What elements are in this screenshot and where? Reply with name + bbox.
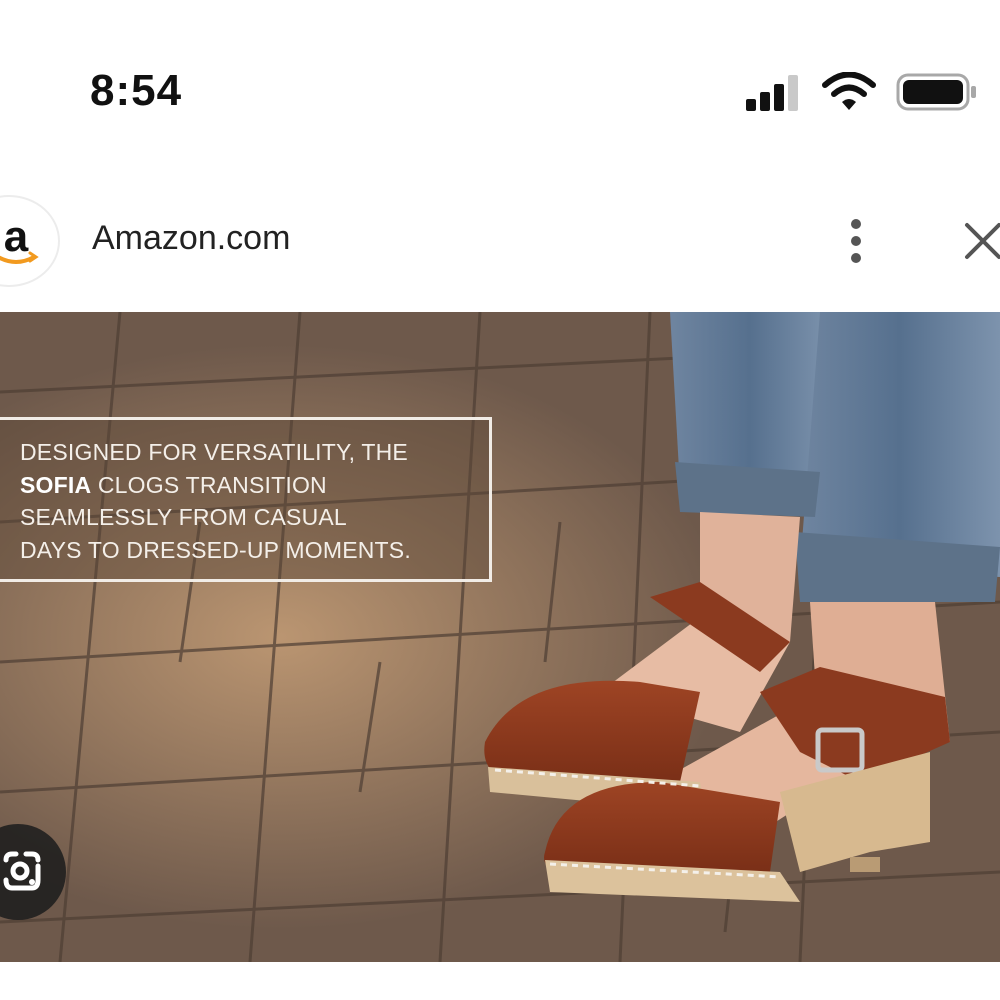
status-time: 8:54	[90, 66, 183, 115]
more-options-button[interactable]	[838, 213, 874, 269]
promo-brand-name: SOFIA	[20, 471, 92, 498]
wifi-icon	[822, 72, 876, 110]
product-image[interactable]: DESIGNED FOR VERSATILITY, THE SOFIA CLOG…	[0, 312, 1000, 962]
status-icons	[744, 70, 978, 114]
close-icon[interactable]	[955, 215, 1000, 269]
promo-line: DESIGNED FOR VERSATILITY, THE	[20, 439, 408, 465]
bottom-area	[0, 962, 1000, 1000]
promo-line: SOFIA CLOGS TRANSITION	[20, 469, 489, 502]
promo-line: SEAMLESSLY FROM CASUAL	[20, 504, 347, 530]
browser-header: a Amazon.com	[0, 195, 1000, 290]
favicon-letter: a	[4, 212, 29, 261]
battery-icon	[896, 73, 976, 111]
promo-line-remainder: CLOGS TRANSITION	[91, 471, 327, 498]
site-name: Amazon.com	[92, 219, 291, 257]
cellular-signal-icon	[746, 75, 798, 111]
google-lens-button[interactable]	[0, 824, 66, 920]
promo-text-box: DESIGNED FOR VERSATILITY, THE SOFIA CLOG…	[0, 417, 492, 582]
more-vertical-icon	[851, 219, 861, 229]
amazon-logo-icon[interactable]: a	[0, 197, 58, 285]
status-bar: 8:54	[0, 0, 1000, 150]
promo-line: DAYS TO DRESSED-UP MOMENTS.	[20, 536, 411, 563]
hero-photo	[0, 312, 1000, 962]
google-lens-icon	[3, 851, 41, 891]
